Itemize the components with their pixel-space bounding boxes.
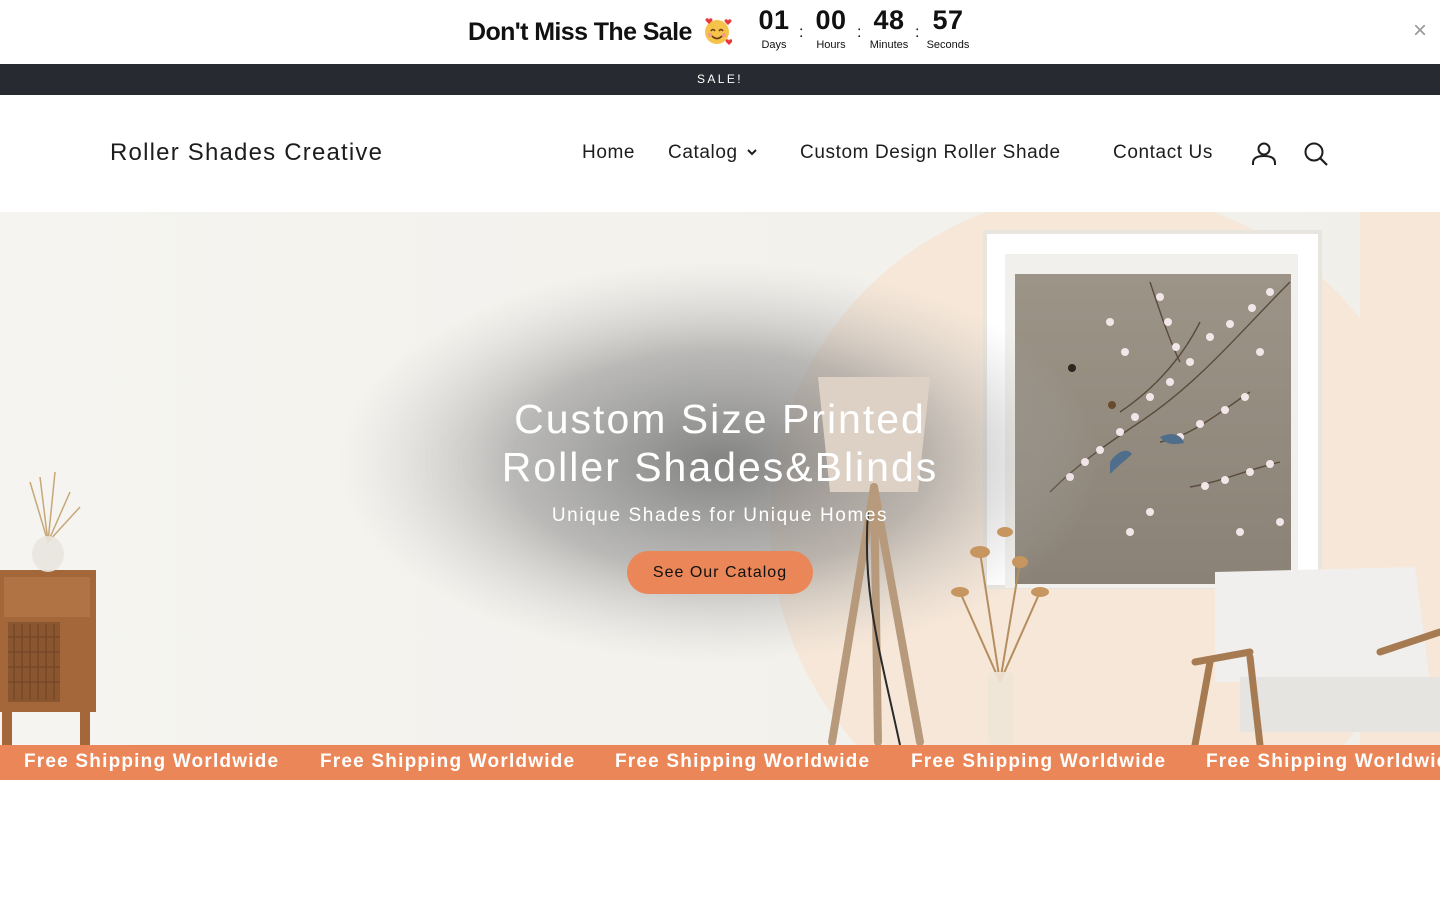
sale-headline-text: Don't Miss The Sale [468,18,692,46]
nav-contact-us[interactable]: Contact Us [1113,142,1213,164]
nav-catalog[interactable]: Catalog [668,142,758,164]
close-icon[interactable]: × [1408,18,1432,44]
timer-hours-label: Hours [816,39,846,51]
announcement-text: SALE! [696,72,744,86]
timer-separator: : [799,24,804,41]
hero-title: Custom Size Printed Roller Shades&Blinds [420,395,1020,491]
site-header: Roller Shades Creative Home Catalog Cust… [0,95,1440,212]
nav-custom-design[interactable]: Custom Design Roller Shade [800,142,1061,164]
timer-separator: : [915,24,920,41]
marquee-item: Free Shipping Worldwide [911,751,1167,772]
timer-minutes-value: 48 [873,5,905,35]
timer-days-label: Days [761,39,787,51]
timer-days-value: 01 [758,5,790,35]
hero-title-line-2: Roller Shades&Blinds [501,444,939,490]
hero-subtitle: Unique Shades for Unique Homes [551,505,889,526]
timer-minutes: 48 Minutes [863,4,915,52]
timer-seconds-label: Seconds [926,39,970,51]
account-icon[interactable] [1251,141,1277,167]
timer-hours-value: 00 [815,5,847,35]
search-icon[interactable] [1303,141,1329,167]
timer-minutes-label: Minutes [869,39,909,51]
timer-seconds: 57 Seconds [922,4,974,52]
announcement-bar: SALE! [0,64,1440,95]
marquee-item: Free Shipping Worldwide [615,751,871,772]
countdown-timer: 01 Days : 00 Hours : 48 Minutes : 57 Sec… [748,4,978,54]
shipping-marquee: Free Shipping Worldwide Free Shipping Wo… [0,745,1440,780]
marquee-item: Free Shipping Worldwide [320,751,576,772]
see-catalog-button[interactable]: See Our Catalog [627,551,813,594]
timer-separator: : [857,24,862,41]
marquee-item: Free Shipping Worldwide [1206,751,1440,772]
timer-seconds-value: 57 [932,5,964,35]
sale-headline: Don't Miss The Sale [468,16,733,47]
countdown-bar: Don't Miss The Sale 01 Days : 00 Hours :… [0,0,1440,64]
hero-title-line-1: Custom Size Printed [514,396,926,442]
marquee-item: Free Shipping Worldwide [24,751,280,772]
smiling-face-with-hearts-icon [705,18,733,45]
chevron-down-icon [746,149,757,156]
nav-catalog-label: Catalog [668,142,738,163]
hero-banner: Custom Size Printed Roller Shades&Blinds… [0,212,1440,745]
nav-home[interactable]: Home [582,142,635,164]
timer-hours: 00 Hours [805,4,857,52]
brand-logo[interactable]: Roller Shades Creative [110,139,383,167]
timer-days: 01 Days [748,4,800,52]
